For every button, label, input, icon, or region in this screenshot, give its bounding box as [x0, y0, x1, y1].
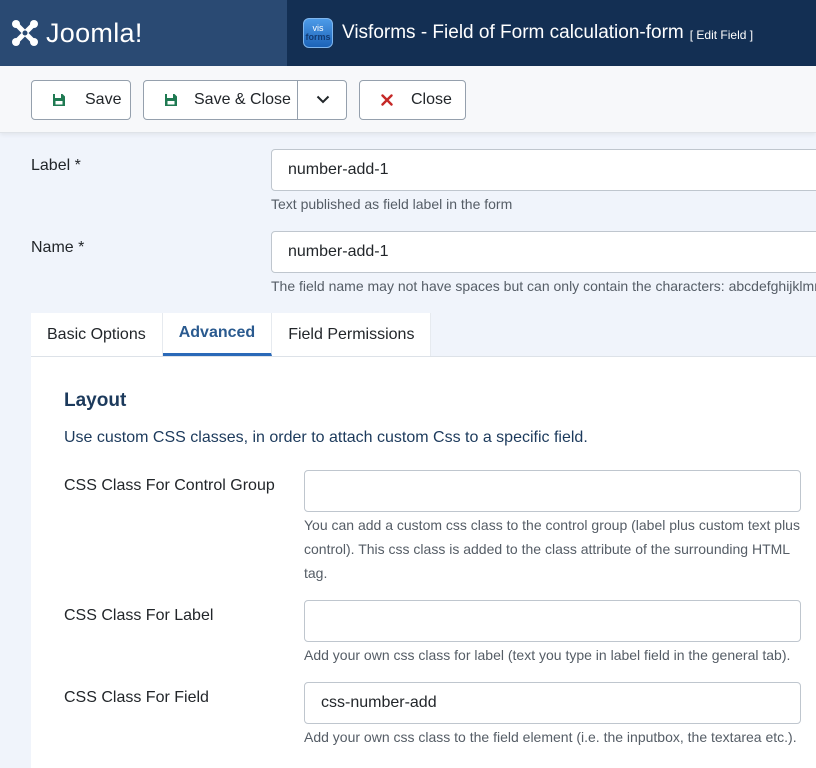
label-help-text: Text published as field label in the for… — [271, 196, 513, 212]
field-tabs: Basic Options Advanced Field Permissions — [31, 313, 432, 356]
joomla-logo-icon — [10, 18, 40, 48]
tab-basic-options[interactable]: Basic Options — [31, 313, 163, 356]
field-class-help: Add your own css class to the field elem… — [304, 729, 797, 745]
label-input[interactable]: number-add-1 — [271, 149, 816, 191]
save-options-dropdown[interactable] — [298, 81, 347, 119]
toolbar: Save Save & Close Close — [0, 66, 816, 133]
save-and-close-button[interactable]: Save & Close — [143, 80, 347, 120]
app-header: Joomla! vis forms Visforms - Field of Fo… — [0, 0, 816, 66]
save-and-close-label: Save & Close — [194, 91, 291, 108]
field-class-label: CSS Class For Field — [64, 689, 209, 706]
control-group-class-help: You can add a custom css class to the co… — [304, 517, 800, 581]
page-title: Visforms - Field of Form calculation-for… — [342, 22, 684, 43]
control-group-class-input[interactable] — [304, 470, 801, 512]
label-class-input[interactable] — [304, 600, 801, 642]
layout-section-title: Layout — [64, 390, 127, 411]
chevron-down-icon — [316, 91, 330, 109]
name-field-label: Name * — [31, 239, 85, 256]
label-class-label: CSS Class For Label — [64, 607, 214, 624]
field-class-input[interactable]: css-number-add — [304, 682, 801, 724]
x-icon — [379, 92, 395, 108]
save-button-label: Save — [85, 91, 122, 108]
joomla-logo[interactable]: Joomla! — [0, 0, 287, 66]
name-help-text: The field name may not have spaces but c… — [271, 278, 816, 294]
close-button[interactable]: Close — [359, 80, 466, 120]
name-input[interactable]: number-add-1 — [271, 231, 816, 273]
layout-section-description: Use custom CSS classes, in order to atta… — [64, 429, 588, 446]
tab-field-permissions[interactable]: Field Permissions — [272, 313, 432, 356]
visforms-component-icon: vis forms — [303, 18, 333, 48]
joomla-logo-text: Joomla! — [46, 17, 143, 48]
close-button-label: Close — [411, 91, 452, 108]
page-subtitle: [ Edit Field ] — [689, 27, 754, 42]
label-class-help: Add your own css class for label (text y… — [304, 647, 791, 663]
label-field-label: Label * — [31, 157, 81, 174]
component-icon-bottom: forms — [305, 32, 331, 42]
floppy-disk-icon — [51, 92, 67, 108]
advanced-panel: Layout Use custom CSS classes, in order … — [31, 356, 816, 768]
floppy-disk-icon — [163, 92, 179, 108]
control-group-class-label: CSS Class For Control Group — [64, 477, 275, 494]
save-button[interactable]: Save — [31, 80, 131, 120]
tab-advanced[interactable]: Advanced — [162, 313, 273, 356]
